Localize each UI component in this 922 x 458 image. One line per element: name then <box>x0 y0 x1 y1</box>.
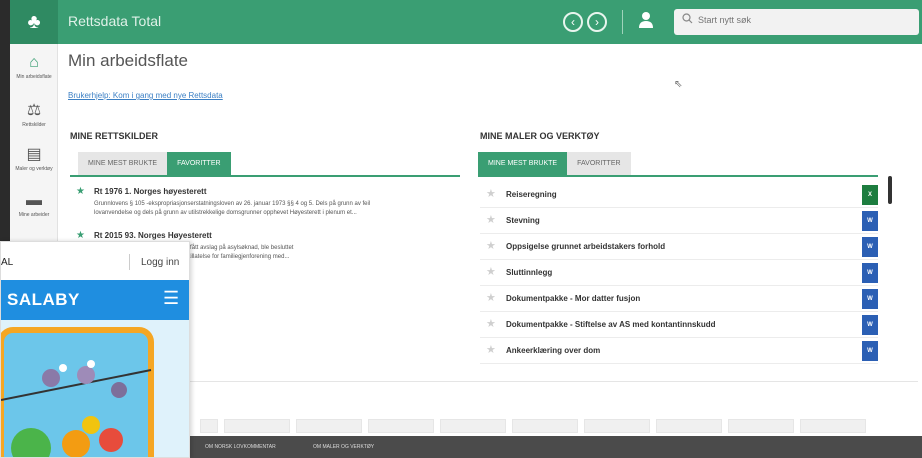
home-icon: ⌂ <box>29 54 39 71</box>
nav-label: Rettskilder <box>22 122 46 128</box>
list-item[interactable]: ★ Stevning W <box>480 208 878 234</box>
search-box[interactable] <box>674 9 919 35</box>
forward-icon[interactable]: › <box>587 12 607 32</box>
list-item[interactable]: ★ Dokumentpakke - Stiftelse av AS med ko… <box>480 312 878 338</box>
star-icon[interactable]: ★ <box>486 265 496 278</box>
list-item[interactable]: ★ Reiseregning X <box>480 182 878 208</box>
bottom-card[interactable] <box>224 419 290 433</box>
scales-icon: ⚖ <box>26 102 42 119</box>
rettskilder-tabs: MINE MEST BRUKTE FAVORITTER <box>78 152 231 175</box>
bottom-card[interactable] <box>728 419 794 433</box>
user-icon[interactable] <box>636 11 656 33</box>
topbar-divider <box>622 10 623 34</box>
item-label[interactable]: Sluttinnlegg <box>506 268 552 277</box>
item-label[interactable]: Ankeerklæring over dom <box>506 346 600 355</box>
top-bar: ♣ Rettsdata Total ‹ › <box>10 0 922 44</box>
item-label[interactable]: Dokumentpakke - Mor datter fusjon <box>506 294 640 303</box>
footer-link-maler-og-verktoy[interactable]: OM MALER OG VERKTØY <box>313 444 374 450</box>
item-title[interactable]: Rt 2015 93. Norges Høyesterett <box>94 231 212 240</box>
salaby-hero-illustration[interactable] <box>1 320 189 457</box>
tab-mine-mest-brukte[interactable]: MINE MEST BRUKTE <box>78 152 168 175</box>
brand-fragment: AL <box>1 257 14 268</box>
search-input[interactable] <box>698 15 898 25</box>
bottom-card[interactable] <box>200 419 218 433</box>
nav-item-rettskilder[interactable]: ⚖ Rettskilder <box>10 100 58 128</box>
maler-heading: MINE MALER OG VERKTØY <box>480 131 600 141</box>
word-icon[interactable]: W <box>862 315 878 335</box>
nav-item-min-arbeidsflate[interactable]: ⌂ Min arbeidsflate <box>10 54 58 80</box>
bottom-card[interactable] <box>512 419 578 433</box>
item-label[interactable]: Stevning <box>506 216 540 225</box>
bottom-card[interactable] <box>368 419 434 433</box>
bottom-card[interactable] <box>584 419 650 433</box>
item-description: Grunnlovens § 105 -ekspropriasjonserstat… <box>94 200 370 218</box>
word-icon[interactable]: W <box>862 341 878 361</box>
star-icon[interactable]: ★ <box>486 239 496 252</box>
star-icon[interactable]: ★ <box>486 213 496 226</box>
item-label[interactable]: Reiseregning <box>506 190 557 199</box>
mouse-cursor-icon: ⇖ <box>674 79 683 90</box>
star-icon[interactable]: ★ <box>486 291 496 304</box>
tree-icon[interactable]: ♣ <box>10 0 58 44</box>
app-title: Rettsdata Total <box>68 13 162 29</box>
nav-label: Mine arbeider <box>18 212 50 218</box>
nav-item-mine-arbeider[interactable]: ▬ Mine arbeider <box>10 192 58 218</box>
tab-favoritter[interactable]: FAVORITTER <box>167 152 231 175</box>
excel-icon[interactable]: X <box>862 185 878 205</box>
star-icon[interactable]: ★ <box>486 343 496 356</box>
bottom-card[interactable] <box>656 419 722 433</box>
star-icon[interactable]: ★ <box>76 230 85 241</box>
item-label[interactable]: Oppsigelse grunnet arbeidstakers forhold <box>506 242 665 251</box>
folder-icon: ▬ <box>26 192 42 209</box>
bottom-card[interactable] <box>440 419 506 433</box>
maler-tabs: MINE MEST BRUKTE FAVORITTER <box>478 152 631 175</box>
login-link[interactable]: Logg inn <box>141 257 179 268</box>
salaby-window: AL Logg inn SALABY ☰ <box>0 241 190 458</box>
footer-link-norsk-lovkommentar[interactable]: OM NORSK LOVKOMMENTAR <box>205 444 276 450</box>
tab-underline <box>70 175 460 177</box>
salaby-header: SALABY ☰ <box>1 280 189 320</box>
back-icon[interactable]: ‹ <box>563 12 583 32</box>
star-icon[interactable]: ★ <box>486 317 496 330</box>
desc-line: lovanvendelse og dels på grunn av utilst… <box>94 210 357 216</box>
divider <box>129 254 130 270</box>
search-icon <box>682 13 693 27</box>
bottom-card[interactable] <box>296 419 362 433</box>
list-item[interactable]: ★ Sluttinnlegg W <box>480 260 878 286</box>
word-icon[interactable]: W <box>862 237 878 257</box>
bottom-card[interactable] <box>800 419 866 433</box>
item-label[interactable]: Dokumentpakke - Stiftelse av AS med kont… <box>506 320 716 329</box>
tab-favoritter[interactable]: FAVORITTER <box>567 152 631 175</box>
tab-underline <box>478 175 878 177</box>
word-icon[interactable]: W <box>862 289 878 309</box>
help-link[interactable]: Brukerhjelp: Kom i gang med nye Rettsdat… <box>68 91 223 100</box>
star-icon[interactable]: ★ <box>486 187 496 200</box>
nav-item-maler[interactable]: ▤ Maler og verktøy <box>10 144 58 172</box>
salaby-top-bar: AL Logg inn <box>1 242 189 280</box>
list-item[interactable]: ★ Dokumentpakke - Mor datter fusjon W <box>480 286 878 312</box>
document-icon: ▤ <box>26 146 42 163</box>
nav-label: Maler og verktøy <box>15 166 53 172</box>
divider <box>68 381 918 382</box>
word-icon[interactable]: W <box>862 211 878 231</box>
page-title: Min arbeidsflate <box>68 51 189 70</box>
list-item[interactable]: ★ Oppsigelse grunnet arbeidstakers forho… <box>480 234 878 260</box>
desc-line: Grunnlovens § 105 -ekspropriasjonserstat… <box>94 201 371 207</box>
word-icon[interactable]: W <box>862 263 878 283</box>
list-item[interactable]: ★ Ankeerklæring over dom W <box>480 338 878 364</box>
hamburger-icon[interactable]: ☰ <box>163 288 179 309</box>
salaby-logo[interactable]: SALABY <box>7 290 80 310</box>
nav-label: Min arbeidsflate <box>16 74 52 80</box>
star-icon[interactable]: ★ <box>76 186 85 197</box>
scrollbar[interactable] <box>888 176 892 204</box>
tab-mine-mest-brukte[interactable]: MINE MEST BRUKTE <box>478 152 568 175</box>
rettskilder-heading: MINE RETTSKILDER <box>70 131 159 141</box>
item-title[interactable]: Rt 1976 1. Norges høyesterett <box>94 187 207 196</box>
